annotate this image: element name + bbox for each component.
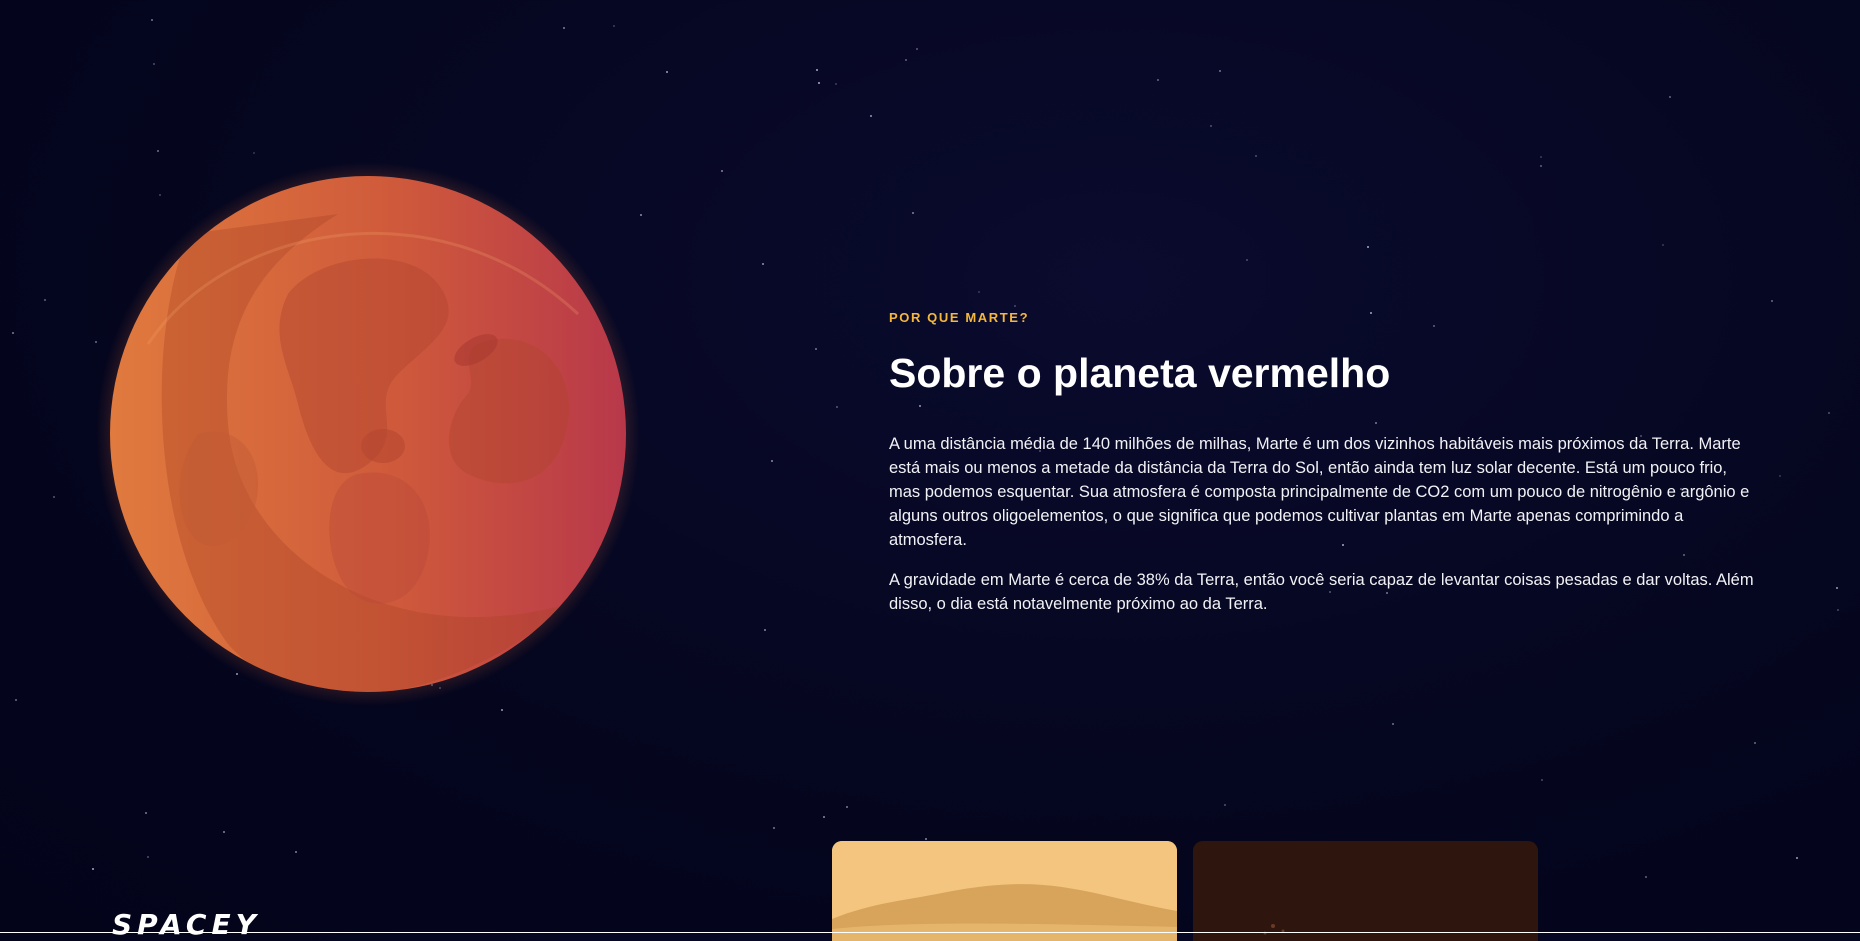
section-kicker: POR QUE MARTE? (889, 310, 1030, 325)
star (151, 19, 153, 21)
star (870, 115, 872, 117)
star (640, 214, 642, 216)
star (978, 291, 980, 293)
star (1255, 155, 1257, 157)
star (764, 629, 766, 631)
star (1392, 723, 1394, 725)
star (44, 299, 46, 301)
spacey-logo[interactable]: SPACEY (112, 908, 261, 941)
star (1796, 857, 1798, 859)
star (1540, 165, 1542, 167)
star (835, 83, 837, 85)
star (816, 69, 818, 71)
star (53, 496, 55, 498)
star (836, 406, 838, 408)
star (145, 812, 147, 814)
star (501, 709, 503, 711)
star (721, 170, 723, 172)
mars-dust-image-card[interactable] (1193, 841, 1538, 941)
star (771, 460, 773, 462)
star (916, 48, 918, 50)
star (818, 82, 820, 84)
section-paragraph-2: A gravidade em Marte é cerca de 38% da T… (889, 571, 1754, 614)
mars-mountain-landscape-image (832, 841, 1177, 941)
star (563, 27, 565, 29)
star (823, 816, 825, 818)
star (815, 348, 817, 350)
star (1367, 246, 1369, 248)
star (15, 699, 17, 701)
star (1754, 742, 1756, 744)
star (613, 25, 615, 27)
star (925, 838, 927, 840)
star (1014, 305, 1016, 307)
star (12, 332, 14, 334)
section-paragraph-1: A uma distância média de 140 milhões de … (889, 435, 1750, 550)
star (905, 59, 907, 61)
mars-dust-storm-image (1193, 841, 1538, 941)
star (773, 827, 775, 829)
star (1540, 156, 1542, 158)
star (1669, 96, 1671, 98)
star (253, 152, 255, 154)
star (295, 851, 297, 853)
why-mars-section: POR QUE MARTE? Sobre o planeta vermelho … (889, 310, 1761, 616)
star (762, 263, 764, 265)
star (147, 856, 149, 858)
star (846, 806, 848, 808)
star (666, 71, 668, 73)
mars-planet-svg (96, 162, 640, 706)
star (1210, 125, 1212, 127)
star (1645, 876, 1647, 878)
star (1224, 804, 1226, 806)
star (912, 212, 914, 214)
star (1246, 259, 1248, 261)
star (153, 63, 155, 65)
star (1541, 779, 1543, 781)
star (92, 868, 94, 870)
star (1779, 475, 1781, 477)
star (1836, 587, 1838, 589)
star (223, 831, 225, 833)
section-title: Sobre o planeta vermelho (889, 350, 1391, 396)
mars-planet-illustration (96, 162, 640, 706)
star (1219, 70, 1221, 72)
star (1828, 412, 1830, 414)
star (1662, 244, 1664, 246)
star (1771, 300, 1773, 302)
star (95, 341, 97, 343)
star (1837, 609, 1839, 611)
star (157, 150, 159, 152)
mars-mountain-image-card[interactable] (832, 841, 1177, 941)
star (1157, 79, 1159, 81)
